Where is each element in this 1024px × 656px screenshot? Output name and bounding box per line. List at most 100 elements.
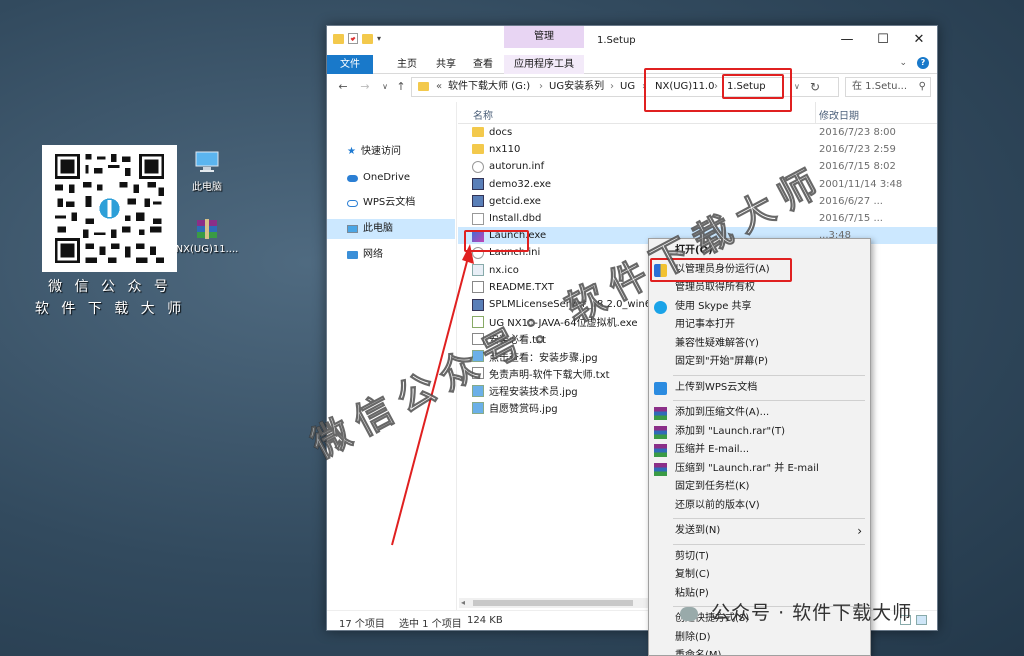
search-box[interactable]: 在 1.Setu... ⚲ — [845, 77, 931, 97]
forward-arrow-icon[interactable]: → — [357, 79, 373, 95]
status-size: 124 KB — [467, 615, 503, 626]
file-name: getcid.exe — [489, 195, 541, 207]
menu-item-label: 添加到 "Launch.rar"(T) — [675, 425, 786, 437]
folder-icon — [472, 144, 484, 155]
folder-icon — [418, 82, 429, 91]
scroll-left-arrow-icon[interactable]: ◂ — [461, 598, 465, 607]
nav-item-onedrive[interactable]: OneDrive — [327, 168, 455, 188]
maximize-button[interactable]: ☐ — [865, 26, 901, 55]
menu-item-label: 用记事本打开 — [675, 319, 735, 330]
context-menu-item[interactable]: 固定到任务栏(K) — [649, 478, 870, 497]
tab-home[interactable]: 主页 — [387, 55, 427, 74]
computer-icon — [347, 225, 358, 233]
file-icon — [472, 212, 484, 225]
nav-item-wps-cloud[interactable]: WPS云文档 — [327, 193, 455, 213]
context-menu-item[interactable]: 重命名(M) — [649, 647, 870, 656]
context-menu-item[interactable]: 剪切(T) — [649, 548, 870, 567]
wps-cloud-icon — [347, 199, 358, 207]
status-selected: 选中 1 个项目 — [399, 619, 462, 630]
file-name: autorun.inf — [489, 161, 545, 173]
breadcrumb-ug[interactable]: UG — [620, 78, 635, 96]
winrar-icon — [654, 444, 667, 457]
ribbon-tabs: 文件 主页 共享 查看 应用程序工具 ⌄ ? — [327, 55, 937, 74]
search-icon: ⚲ — [918, 81, 926, 92]
nav-item-quick-access[interactable]: ★ 快速访问 — [327, 142, 455, 162]
nav-item-label: 快速访问 — [360, 146, 401, 157]
menu-item-label: 删除(D) — [675, 631, 711, 643]
file-row[interactable]: docs 2016/7/23 8:00 — [458, 124, 937, 141]
winrar-icon — [654, 425, 667, 439]
desktop-icon-this-pc[interactable]: 此电脑 — [172, 150, 242, 193]
context-menu-item[interactable]: 兼容性疑难解答(Y) — [649, 335, 870, 354]
chevron-down-icon[interactable]: ⌄ — [899, 58, 907, 68]
file-row[interactable]: demo32.exe 2001/11/14 3:48 — [458, 176, 937, 193]
file-name: Install.dbd — [489, 213, 542, 225]
new-folder-icon[interactable] — [362, 33, 373, 44]
address-row: ← → ∨ ↑ « 软件下载大师 (G:) › UG安装系列 › UG › NX… — [327, 74, 937, 101]
recent-locations-chevron-icon[interactable]: ∨ — [377, 79, 393, 95]
context-menu-item[interactable]: 删除(D) — [649, 629, 870, 648]
nav-item-label: 此电脑 — [363, 223, 393, 234]
column-header-modified[interactable]: 修改日期 — [819, 107, 859, 122]
close-button[interactable]: ✕ — [901, 26, 937, 55]
menu-item-label: 压缩并 E-mail... — [675, 444, 750, 455]
context-menu-item[interactable]: 还原以前的版本(V) — [649, 497, 870, 516]
annotation-box-setup — [722, 74, 784, 99]
chevron-down-icon[interactable]: ∨ — [794, 78, 800, 96]
menu-item-label: 管理员取得所有权 — [675, 282, 755, 293]
wps-cloud-icon — [654, 381, 667, 395]
properties-icon[interactable] — [348, 33, 358, 44]
breadcrumb-separator-icon: › — [539, 81, 543, 92]
context-menu: 打开(O) 以管理员身份运行(A) 管理员取得所有权 使用 Skype 共享 用记事本打… — [648, 238, 871, 656]
column-divider[interactable] — [815, 102, 816, 124]
menu-item-label: 固定到任务栏(K) — [675, 481, 750, 492]
bottom-watermark: 公众号 · 软件下载大师 — [680, 598, 912, 625]
column-header-name[interactable]: 名称 — [473, 107, 493, 122]
up-arrow-icon[interactable]: ↑ — [393, 79, 409, 95]
nav-item-this-pc[interactable]: 此电脑 — [327, 219, 455, 239]
scrollbar-thumb[interactable] — [473, 600, 633, 606]
contextual-tab-group-manage[interactable]: 管理 — [504, 26, 584, 48]
tab-file[interactable]: 文件 — [327, 55, 373, 74]
desktop-icon-label: NX(UG)11.... — [175, 244, 239, 255]
submenu-chevron-icon: › — [857, 524, 862, 538]
tab-view[interactable]: 查看 — [465, 55, 501, 74]
context-menu-item[interactable]: 发送到(N) › — [649, 522, 870, 541]
context-menu-item[interactable]: 压缩到 "Launch.rar" 并 E-mail — [649, 460, 870, 479]
tab-app-tools[interactable]: 应用程序工具 — [504, 55, 584, 74]
context-menu-item[interactable]: 添加到压缩文件(A)... — [649, 404, 870, 423]
file-modified-date: 2016/7/15 ... — [819, 213, 883, 225]
menu-item-label: 使用 Skype 共享 — [675, 300, 752, 312]
search-placeholder: 在 1.Setu... — [852, 81, 908, 92]
folder-icon[interactable] — [333, 33, 344, 44]
chevron-down-icon[interactable]: ▾ — [377, 34, 381, 43]
context-menu-item[interactable]: 固定到"开始"屏幕(P) — [649, 353, 870, 372]
network-icon — [347, 251, 358, 259]
context-menu-item[interactable]: 复制(C) — [649, 566, 870, 585]
settings-file-icon — [472, 160, 484, 173]
refresh-icon[interactable]: ↻ — [810, 78, 820, 96]
menu-separator — [673, 518, 865, 519]
desktop-icon-archive[interactable]: NX(UG)11.... — [172, 218, 242, 255]
breadcrumb-drive[interactable]: 软件下载大师 (G:) — [448, 78, 530, 96]
large-icons-view-icon[interactable] — [916, 615, 927, 625]
menu-item-label: 重命名(M) — [675, 650, 722, 656]
minimize-button[interactable]: — — [829, 26, 865, 55]
context-menu-item[interactable]: 用记事本打开 — [649, 316, 870, 335]
file-name: demo32.exe — [489, 178, 552, 190]
qr-caption-line1: 微 信 公 众 号 — [48, 279, 172, 295]
menu-item-label: 剪切(T) — [675, 550, 709, 562]
context-menu-item[interactable]: 使用 Skype 共享 — [649, 298, 870, 317]
breadcrumb-overflow[interactable]: « — [436, 78, 442, 96]
breadcrumb-ug-series[interactable]: UG安装系列 — [549, 78, 604, 96]
context-menu-item[interactable]: 上传到WPS云文档 — [649, 379, 870, 398]
star-icon: ★ — [347, 146, 356, 157]
context-menu-item[interactable]: 压缩并 E-mail... — [649, 441, 870, 460]
back-arrow-icon[interactable]: ← — [335, 79, 351, 95]
file-row[interactable]: nx110 2016/7/23 2:59 — [458, 141, 937, 158]
tab-share[interactable]: 共享 — [428, 55, 464, 74]
help-icon[interactable]: ? — [917, 57, 929, 69]
context-menu-item[interactable]: 添加到 "Launch.rar"(T) — [649, 423, 870, 442]
nav-item-label: OneDrive — [363, 172, 411, 183]
file-row[interactable]: autorun.inf 2016/7/15 8:02 — [458, 158, 937, 175]
